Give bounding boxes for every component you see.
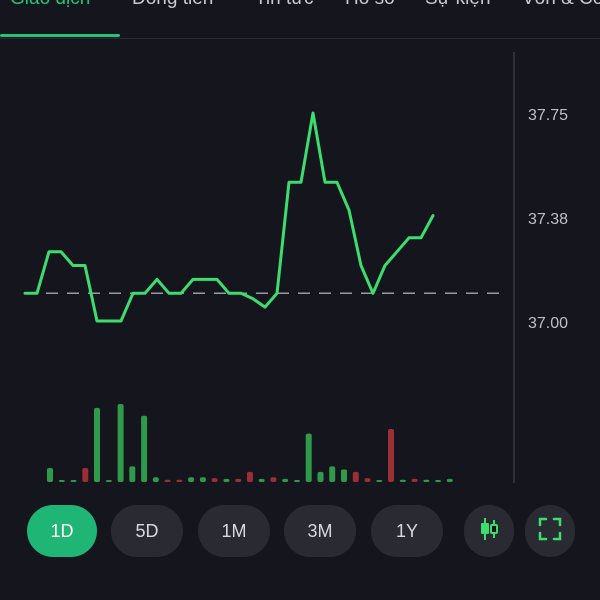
tab-ho-so[interactable]: Hồ sơ <box>345 0 397 10</box>
price-chart[interactable]: 37.75 37.38 37.00 <box>0 40 600 490</box>
active-tab-indicator <box>0 34 120 37</box>
volume-bar <box>211 478 218 482</box>
range-selector: 1D 5D 1M 3M 1Y <box>0 505 600 557</box>
volume-bar <box>164 479 171 482</box>
volume-bar <box>329 466 336 482</box>
volume-bars <box>47 404 453 482</box>
volume-bar <box>82 468 89 482</box>
range-1y-button[interactable]: 1Y <box>371 505 443 557</box>
price-label-low: 37.00 <box>528 315 568 332</box>
volume-bar <box>270 477 277 482</box>
chart-type-button[interactable] <box>464 505 514 557</box>
price-label-high: 37.75 <box>528 107 568 124</box>
volume-bar <box>94 407 100 482</box>
volume-bar <box>223 478 230 482</box>
volume-bar <box>141 415 148 482</box>
volume-bar <box>423 479 430 482</box>
volume-bar <box>282 478 289 482</box>
price-label-mid: 37.38 <box>528 211 568 228</box>
volume-bar <box>294 480 300 482</box>
volume-bar <box>105 480 112 482</box>
volume-bar <box>70 480 77 482</box>
volume-bar <box>388 429 394 482</box>
volume-bar <box>246 471 253 482</box>
volume-bar <box>352 471 359 482</box>
tab-giao-dich[interactable]: Giao dịch <box>10 0 90 10</box>
volume-bar <box>58 480 65 482</box>
range-5d-button[interactable]: 5D <box>111 505 183 557</box>
volume-bar <box>176 479 183 482</box>
volume-bar <box>235 478 242 482</box>
volume-bar <box>411 478 418 482</box>
volume-bar <box>364 478 371 482</box>
range-1d-button[interactable]: 1D <box>27 505 97 557</box>
tab-su-kien[interactable]: Sự kiện <box>425 0 491 10</box>
volume-bar <box>376 480 383 482</box>
volume-bar <box>129 466 136 482</box>
tab-bar: Giao dịch Dòng tiền Tin tức Hồ sơ Sự kiệ… <box>0 0 600 39</box>
range-1m-button[interactable]: 1M <box>198 505 270 557</box>
tab-von-co[interactable]: Vốn & Cổ <box>522 0 600 10</box>
volume-bar <box>305 433 312 482</box>
price-line <box>23 111 435 323</box>
fullscreen-button[interactable] <box>525 505 575 557</box>
volume-bar <box>152 477 159 482</box>
volume-bar <box>258 478 265 482</box>
fullscreen-icon <box>538 517 562 546</box>
volume-bar <box>446 478 453 482</box>
volume-bar <box>188 477 195 482</box>
volume-bar <box>399 479 406 482</box>
tab-dong-tien[interactable]: Dòng tiền <box>132 0 213 10</box>
volume-bar <box>317 471 324 482</box>
volume-bar <box>199 477 206 482</box>
volume-bar <box>117 404 124 482</box>
candlestick-icon <box>478 516 500 547</box>
range-3m-button[interactable]: 3M <box>284 505 356 557</box>
tab-tin-tuc[interactable]: Tin tức <box>255 0 313 10</box>
volume-bar <box>435 480 442 482</box>
volume-bar <box>47 468 53 482</box>
volume-bar <box>341 469 347 482</box>
